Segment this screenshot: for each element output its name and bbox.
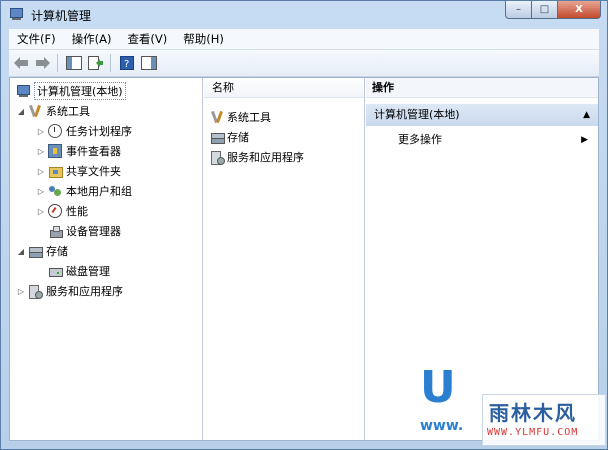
collapsed-triangle-icon[interactable]: ▷ xyxy=(36,147,46,156)
list-item[interactable]: 系统工具 xyxy=(210,108,271,126)
storage-icon xyxy=(210,130,225,144)
tree-item-local-users[interactable]: ▷ 本地用户和组 xyxy=(36,182,132,200)
results-pane: 名称 系统工具 存储 服务和应用程序 xyxy=(204,78,365,440)
collapsed-triangle-icon[interactable]: ▷ xyxy=(16,287,26,296)
list-item-label: 存储 xyxy=(227,131,249,144)
collapsed-triangle-icon[interactable]: ▷ xyxy=(36,187,46,196)
watermark-www: www. xyxy=(420,418,464,434)
tree-item-system-tools[interactable]: ◢ 系统工具 xyxy=(16,102,90,120)
services-icon xyxy=(210,150,225,165)
collapsed-triangle-icon[interactable]: ▷ xyxy=(36,207,46,216)
close-button[interactable]: X xyxy=(557,1,601,19)
menu-bar: 文件(F) 操作(A) 查看(V) 帮助(H) xyxy=(9,29,599,50)
export-list-icon[interactable] xyxy=(86,53,106,73)
tree-item-device-manager[interactable]: 设备管理器 xyxy=(46,222,121,240)
tree-item-services-apps[interactable]: ▷ 服务和应用程序 xyxy=(16,282,123,300)
clock-icon xyxy=(48,124,62,138)
computer-management-icon xyxy=(9,7,25,23)
tools-icon xyxy=(210,110,224,124)
maximize-button[interactable]: □ xyxy=(531,1,557,19)
tree-item-label: 服务和应用程序 xyxy=(46,285,123,298)
actions-section-label: 计算机管理(本地) xyxy=(374,108,460,121)
watermark-logo-box: 雨林木风 WWW.YLMFU.COM xyxy=(482,394,606,446)
collapsed-triangle-icon[interactable]: ▷ xyxy=(36,167,46,176)
watermark-url: WWW.YLMFU.COM xyxy=(487,427,579,438)
actions-section-computer-management[interactable]: 计算机管理(本地) ▲ xyxy=(366,104,598,126)
tree-item-shared-folders[interactable]: ▷ 共享文件夹 xyxy=(36,162,121,180)
computer-icon xyxy=(16,84,30,98)
title-bar[interactable]: 计算机管理 – □ X xyxy=(1,1,607,29)
list-item[interactable]: 服务和应用程序 xyxy=(210,148,304,166)
storage-icon xyxy=(28,244,43,258)
watermark: U www. 雨林木风 WWW.YLMFU.COM xyxy=(420,362,606,448)
watermark-brand: 雨林木风 xyxy=(489,401,577,425)
tree-item-label: 事件查看器 xyxy=(66,145,121,158)
list-item[interactable]: 存储 xyxy=(210,128,249,146)
show-hide-action-pane-icon[interactable] xyxy=(139,53,159,73)
forward-arrow-icon[interactable] xyxy=(33,53,53,73)
tree-item-performance[interactable]: ▷ 性能 xyxy=(36,202,88,220)
toolbar: ? xyxy=(9,50,599,77)
event-viewer-icon xyxy=(48,144,62,158)
tree-item-label: 本地用户和组 xyxy=(66,185,132,198)
tree-item-root[interactable]: 计算机管理(本地) xyxy=(14,82,126,100)
window-title: 计算机管理 xyxy=(31,8,92,23)
help-icon[interactable]: ? xyxy=(117,53,137,73)
tree-item-label: 性能 xyxy=(66,205,88,218)
tree-item-label: 设备管理器 xyxy=(66,225,121,238)
menu-view[interactable]: 查看(V) xyxy=(119,31,175,47)
expanded-triangle-icon[interactable]: ◢ xyxy=(16,107,26,116)
users-icon xyxy=(48,184,62,198)
toolbar-separator xyxy=(110,54,111,72)
console-tree: 计算机管理(本地) ◢ 系统工具 ▷ 任务计划程序 ▷ 事件查看器 ▷ 共享文件… xyxy=(10,78,203,440)
svg-text:?: ? xyxy=(124,59,129,70)
toolbar-separator xyxy=(57,54,58,72)
tree-item-label: 任务计划程序 xyxy=(66,125,132,138)
services-icon xyxy=(28,284,43,299)
actions-header: 操作 xyxy=(366,78,598,98)
back-arrow-icon[interactable] xyxy=(11,53,31,73)
tree-item-storage[interactable]: ◢ 存储 xyxy=(16,242,68,260)
expanded-triangle-icon[interactable]: ◢ xyxy=(16,247,26,256)
tools-icon xyxy=(28,104,42,118)
watermark-big-letter: U xyxy=(420,362,456,413)
menu-action[interactable]: 操作(A) xyxy=(64,31,120,47)
shared-folder-icon xyxy=(48,164,63,178)
tree-item-label: 存储 xyxy=(46,245,68,258)
tree-item-label: 计算机管理(本地) xyxy=(34,82,126,100)
tree-item-event-viewer[interactable]: ▷ 事件查看器 xyxy=(36,142,121,160)
tree-item-label: 磁盘管理 xyxy=(66,265,110,278)
tree-item-label: 系统工具 xyxy=(46,105,90,118)
device-manager-icon xyxy=(48,224,63,238)
performance-gauge-icon xyxy=(48,204,62,218)
minimize-button[interactable]: – xyxy=(505,1,531,19)
tree-item-label: 共享文件夹 xyxy=(66,165,121,178)
list-item-label: 服务和应用程序 xyxy=(227,151,304,164)
tree-item-disk-management[interactable]: 磁盘管理 xyxy=(46,262,110,280)
menu-help[interactable]: 帮助(H) xyxy=(175,31,232,47)
collapse-up-icon[interactable]: ▲ xyxy=(583,104,590,126)
more-actions-label: 更多操作 xyxy=(398,133,442,146)
menu-file[interactable]: 文件(F) xyxy=(9,31,64,47)
collapsed-triangle-icon[interactable]: ▷ xyxy=(36,127,46,136)
show-hide-tree-icon[interactable] xyxy=(64,53,84,73)
tree-item-task-scheduler[interactable]: ▷ 任务计划程序 xyxy=(36,122,132,140)
window-controls: – □ X xyxy=(505,1,601,19)
more-actions-item[interactable]: 更多操作 ▶ xyxy=(398,130,588,150)
column-header-name[interactable]: 名称 xyxy=(204,78,364,98)
disk-icon xyxy=(48,264,63,278)
submenu-arrow-icon: ▶ xyxy=(581,135,588,145)
list-item-label: 系统工具 xyxy=(227,111,271,124)
